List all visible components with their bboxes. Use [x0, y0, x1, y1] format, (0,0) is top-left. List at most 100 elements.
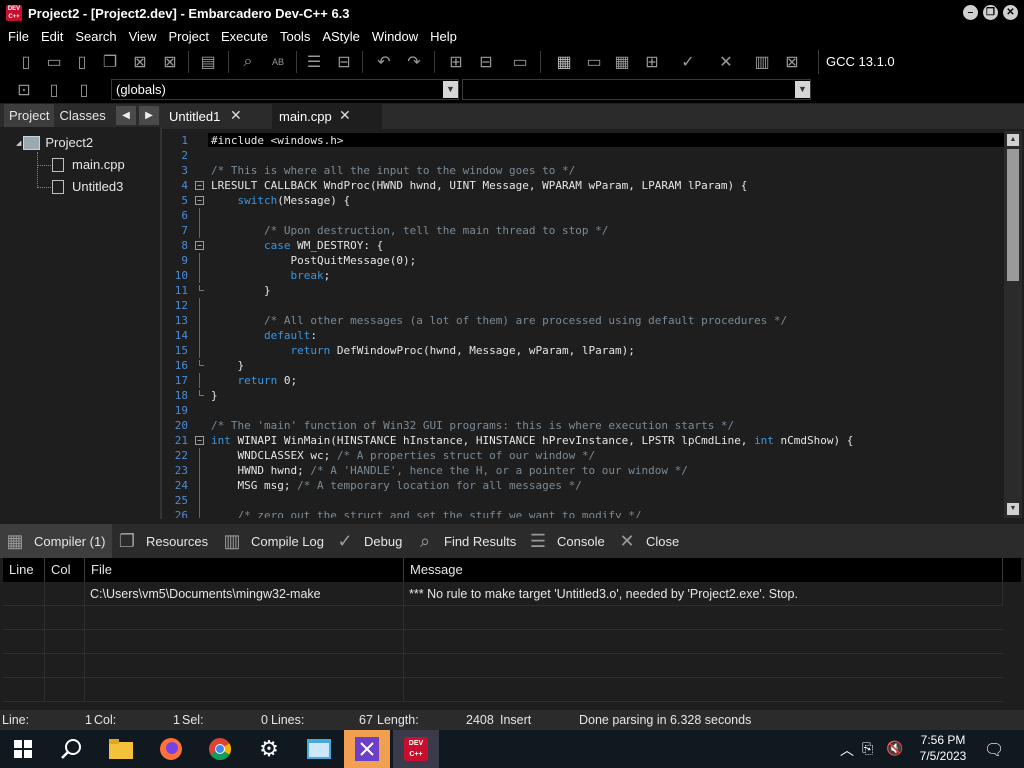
column-header-message[interactable]: Message: [404, 558, 1003, 582]
code-line[interactable]: /* The 'main' function of Win32 GUI prog…: [211, 418, 734, 433]
maximize-button[interactable]: ❐: [983, 5, 998, 20]
save-all-icon[interactable]: ❐: [98, 50, 122, 74]
close-file-icon[interactable]: ⊠: [128, 50, 152, 74]
windows-start-icon[interactable]: [0, 730, 46, 768]
code-line[interactable]: LRESULT CALLBACK WndProc(HWND hwnd, UINT…: [211, 178, 747, 193]
scroll-down-icon[interactable]: ▼: [1007, 503, 1019, 515]
code-line[interactable]: int WINAPI WinMain(HINSTANCE hInstance, …: [211, 433, 853, 448]
indent-icon[interactable]: ☰: [302, 50, 326, 74]
code-line[interactable]: /* All other messages (a lot of them) ar…: [211, 313, 787, 328]
editor-vertical-scrollbar[interactable]: ▲ ▼: [1004, 131, 1022, 518]
app-window-icon[interactable]: [296, 730, 342, 768]
visual-studio-icon[interactable]: [344, 730, 390, 768]
syntax-check-icon[interactable]: ✓: [676, 50, 700, 74]
chevron-down-icon[interactable]: ▼: [795, 81, 810, 98]
compile-run-icon[interactable]: ▦: [610, 50, 634, 74]
menu-astyle[interactable]: AStyle: [316, 29, 366, 44]
code-line[interactable]: }: [211, 388, 218, 403]
tab-close[interactable]: ✕ Close: [616, 524, 686, 558]
code-line[interactable]: MSG msg; /* A temporary location for all…: [211, 478, 581, 493]
expand-arrow-icon[interactable]: ◢: [16, 139, 21, 147]
chevron-left-icon[interactable]: ◀: [116, 106, 136, 125]
notifications-icon[interactable]: 🗨: [984, 740, 1004, 760]
new-file-icon[interactable]: ▯: [14, 50, 38, 74]
compiler-selector[interactable]: GCC 13.1.0: [818, 50, 1024, 74]
project-options-icon[interactable]: ▭: [508, 50, 532, 74]
code-line[interactable]: switch(Message) {: [211, 193, 351, 208]
rebuild-all-icon[interactable]: ⊞: [640, 50, 664, 74]
unindent-icon[interactable]: ⊟: [332, 50, 356, 74]
code-line[interactable]: return DefWindowProc(hwnd, Message, wPar…: [211, 343, 634, 358]
tab-console[interactable]: ☰ Console: [527, 524, 613, 558]
tree-node-project[interactable]: ◢ Project2: [16, 135, 93, 150]
menu-tools[interactable]: Tools: [274, 29, 316, 44]
bookmarks-icon[interactable]: ▯: [72, 78, 96, 102]
code-line[interactable]: return 0;: [211, 373, 298, 388]
tab-classes[interactable]: Classes: [54, 104, 110, 127]
open-file-icon[interactable]: ▭: [42, 50, 66, 74]
code-line[interactable]: /* zero out the struct and set the stuff…: [211, 508, 642, 518]
fold-toggle-icon[interactable]: −: [195, 436, 204, 445]
delete-profile-icon[interactable]: ⊠: [780, 50, 804, 74]
scroll-up-icon[interactable]: ▲: [1007, 134, 1019, 146]
menu-execute[interactable]: Execute: [215, 29, 274, 44]
undo-icon[interactable]: ↶: [372, 50, 396, 74]
code-line[interactable]: case WM_DESTROY: {: [211, 238, 383, 253]
close-all-icon[interactable]: ⊠: [158, 50, 182, 74]
fold-toggle-icon[interactable]: −: [195, 241, 204, 250]
replace-icon[interactable]: AB: [266, 50, 290, 74]
column-header-file[interactable]: File: [85, 558, 404, 582]
find-icon[interactable]: ⌕: [236, 50, 260, 74]
code-editor[interactable]: 1 #include <windows.h> 2 3/* This is where …: [164, 131, 1004, 518]
code-line[interactable]: default:: [211, 328, 317, 343]
volume-muted-icon[interactable]: 🔇: [886, 740, 903, 757]
tree-node-main-cpp[interactable]: main.cpp: [52, 157, 125, 172]
code-line[interactable]: /* Upon destruction, tell the main threa…: [211, 223, 608, 238]
fold-toggle-icon[interactable]: −: [195, 196, 204, 205]
code-line[interactable]: HWND hwnd; /* A 'HANDLE', hence the H, o…: [211, 463, 687, 478]
menu-project[interactable]: Project: [163, 29, 215, 44]
remove-from-project-icon[interactable]: ⊟: [474, 50, 498, 74]
tab-debug[interactable]: ✓ Debug: [334, 524, 410, 558]
firefox-icon[interactable]: [148, 730, 194, 768]
settings-gear-icon[interactable]: ⚙: [246, 730, 292, 768]
compile-icon[interactable]: ▦: [552, 50, 576, 74]
goto-bookmark-icon[interactable]: ⊡: [12, 78, 36, 102]
network-icon[interactable]: ⎘: [862, 740, 873, 757]
tab-compile-log[interactable]: ▥ Compile Log: [221, 524, 331, 558]
code-line[interactable]: #include <windows.h>: [211, 133, 343, 148]
stop-execution-icon[interactable]: ✕: [714, 50, 738, 74]
bookmark-icon[interactable]: ▯: [42, 78, 66, 102]
minimize-button[interactable]: –: [963, 5, 978, 20]
column-header-col[interactable]: Col: [45, 558, 85, 582]
fold-toggle-icon[interactable]: −: [195, 181, 204, 190]
chevron-up-icon[interactable]: ︿: [840, 740, 854, 760]
tab-project[interactable]: Project: [4, 104, 55, 127]
menu-help[interactable]: Help: [424, 29, 463, 44]
scope-combo[interactable]: (globals) ▼: [111, 79, 459, 100]
code-line[interactable]: WNDCLASSEX wc; /* A properties struct of…: [211, 448, 595, 463]
tab-main-cpp[interactable]: main.cpp: [272, 104, 382, 129]
chrome-icon[interactable]: [197, 730, 243, 768]
menu-edit[interactable]: Edit: [35, 29, 69, 44]
code-line[interactable]: PostQuitMessage(0);: [211, 253, 416, 268]
tab-compiler[interactable]: ▦ Compiler (1): [0, 524, 112, 558]
tab-resources[interactable]: ❐ Resources: [116, 524, 218, 558]
chevron-right-icon[interactable]: ▶: [139, 106, 159, 125]
redo-icon[interactable]: ↷: [402, 50, 426, 74]
file-explorer-icon[interactable]: [98, 730, 144, 768]
column-header-line[interactable]: Line: [3, 558, 45, 582]
close-tab-icon[interactable]: ✕: [339, 107, 351, 124]
close-tab-icon[interactable]: ✕: [230, 107, 242, 124]
code-line[interactable]: }: [211, 283, 271, 298]
scrollbar-thumb[interactable]: [1007, 149, 1019, 281]
menu-file[interactable]: File: [2, 29, 35, 44]
system-clock[interactable]: 7:56 PM 7/5/2023: [908, 732, 978, 764]
code-line[interactable]: }: [211, 358, 244, 373]
menu-view[interactable]: View: [123, 29, 163, 44]
profile-icon[interactable]: ▥: [750, 50, 774, 74]
code-line[interactable]: /* This is where all the input to the wi…: [211, 163, 575, 178]
code-line[interactable]: break;: [211, 268, 330, 283]
print-icon[interactable]: ▤: [196, 50, 220, 74]
save-icon[interactable]: ▯: [70, 50, 94, 74]
